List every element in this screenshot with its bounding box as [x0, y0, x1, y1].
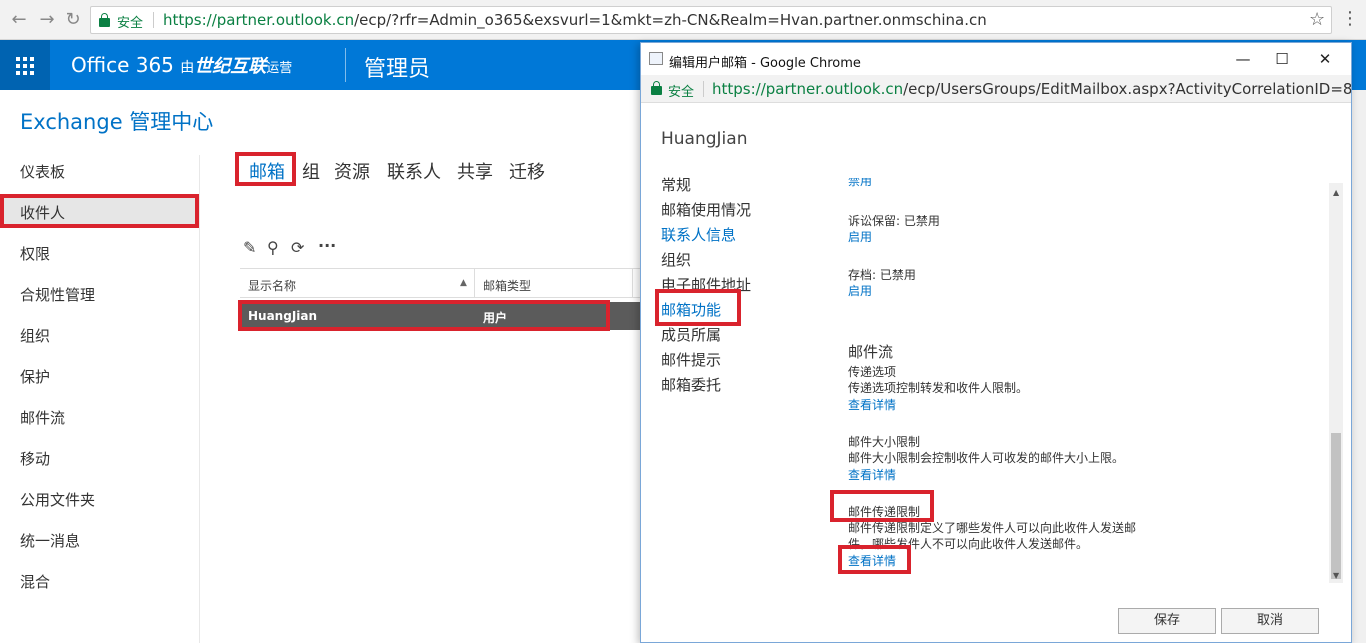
nav-divider — [199, 155, 200, 643]
url-path: /ecp/?rfr=Admin_o365&exsvurl=1&mkt=zh-CN… — [354, 11, 987, 29]
brand-prefix: Office 365 — [71, 53, 174, 77]
scroll-up-icon[interactable]: ▲ — [1333, 188, 1339, 197]
highlight-recipients — [0, 194, 199, 228]
nav-item-protection[interactable]: 保护 — [20, 366, 50, 387]
highlight-view-details — [838, 545, 911, 574]
nav-item-mobile[interactable]: 移动 — [20, 448, 50, 469]
nav-item-public-folders[interactable]: 公用文件夹 — [20, 489, 95, 510]
brand-title[interactable]: Office 365 由世纪互联运营 — [71, 52, 292, 78]
nav-item-hybrid[interactable]: 混合 — [20, 571, 50, 592]
forward-icon[interactable]: → — [36, 9, 58, 31]
minimize-icon[interactable]: — — [1223, 47, 1263, 71]
brand-company: 世纪互联 — [194, 56, 267, 77]
popup-nav-organization[interactable]: 组织 — [661, 249, 691, 270]
highlight-mailbox-features — [655, 289, 741, 326]
refresh-icon[interactable]: ⟳ — [291, 238, 304, 257]
highlight-mailbox-tab — [235, 152, 296, 186]
browser-toolbar: ← → ↻ 安全 https://partner.outlook.cn/ecp/… — [0, 0, 1366, 40]
tab-contacts[interactable]: 联系人 — [387, 158, 441, 184]
popup-nav-mailtip[interactable]: 邮件提示 — [661, 349, 721, 370]
nav-item-permissions[interactable]: 权限 — [20, 243, 50, 264]
mailbox-user-name: HuangJian — [661, 129, 748, 149]
column-divider — [474, 269, 475, 297]
popup-titlebar[interactable]: 编辑用户邮箱 - Google Chrome — ☐ ✕ — [641, 43, 1351, 75]
close-icon[interactable]: ✕ — [1305, 47, 1345, 71]
size-limit-link[interactable]: 查看详情 — [848, 466, 896, 483]
reload-icon[interactable]: ↻ — [62, 9, 84, 31]
top-cut-link[interactable]: 禁用 — [848, 178, 872, 187]
edit-icon[interactable]: ✎ — [243, 238, 256, 257]
address-separator — [703, 81, 704, 97]
highlight-user-row — [238, 300, 610, 331]
lock-icon — [99, 13, 110, 27]
tab-shared[interactable]: 共享 — [457, 158, 493, 184]
mailflow-heading: 邮件流 — [848, 343, 894, 361]
page-title: Exchange 管理中心 — [20, 110, 214, 134]
archive-status: 存档: 已禁用 — [848, 268, 916, 282]
highlight-delivery-restrictions — [830, 490, 934, 522]
litigation-hold-status: 诉讼保留: 已禁用 — [848, 214, 940, 228]
search-icon[interactable]: ⚲ — [267, 238, 279, 257]
nav-item-mailflow[interactable]: 邮件流 — [20, 407, 65, 428]
secure-label: 安全 — [668, 85, 695, 100]
app-launcher-icon[interactable] — [0, 40, 50, 90]
popup-nav-mailbox-usage[interactable]: 邮箱使用情况 — [661, 199, 751, 220]
page-icon — [649, 52, 663, 65]
page-scrollbar[interactable] — [1352, 90, 1366, 643]
scroll-down-icon[interactable]: ▼ — [1333, 571, 1339, 580]
size-limit-title: 邮件大小限制 — [848, 435, 921, 449]
popup-scroll-thumb[interactable] — [1331, 433, 1341, 579]
address-separator — [153, 12, 154, 28]
scrolled-content-clip: 禁用 — [848, 178, 1328, 187]
tab-migration[interactable]: 迁移 — [509, 158, 545, 184]
popup-nav-general[interactable]: 常规 — [661, 174, 691, 195]
delivery-options-title: 传递选项 — [848, 365, 897, 379]
brand-suffix: 运营 — [266, 61, 293, 76]
litigation-hold-enable-link[interactable]: 启用 — [848, 228, 872, 245]
maximize-icon[interactable]: ☐ — [1262, 47, 1302, 71]
browser-menu-icon[interactable]: ⋮ — [1341, 8, 1359, 29]
popup-nav-delegation[interactable]: 邮箱委托 — [661, 374, 721, 395]
delivery-options-link[interactable]: 查看详情 — [848, 396, 896, 413]
column-mailbox-type[interactable]: 邮箱类型 — [483, 277, 531, 294]
sort-asc-icon[interactable]: ▲ — [460, 278, 467, 288]
url-host: https://partner.outlook.cn — [163, 11, 355, 29]
grid-header: 显示名称 ▲ 邮箱类型 — [240, 268, 640, 298]
size-limit-desc: 邮件大小限制会控制收件人可收发的邮件大小上限。 — [848, 451, 1125, 465]
secure-label: 安全 — [117, 16, 144, 31]
tab-resources[interactable]: 资源 — [334, 158, 370, 184]
back-icon[interactable]: ← — [8, 9, 30, 31]
tab-groups[interactable]: 组 — [302, 158, 320, 184]
role-title: 管理员 — [364, 57, 431, 82]
popup-nav-contact-info[interactable]: 联系人信息 — [661, 224, 736, 245]
save-button[interactable]: 保存 — [1118, 608, 1216, 634]
column-display-name[interactable]: 显示名称 — [248, 277, 296, 294]
popup-url-path: /ecp/UsersGroups/EditMailbox.aspx?Activi… — [903, 80, 1351, 98]
popup-address-bar[interactable]: 安全 https://partner.outlook.cn/ecp/UsersG… — [641, 75, 1351, 103]
cancel-button[interactable]: 取消 — [1221, 608, 1319, 634]
nav-item-organization[interactable]: 组织 — [20, 325, 50, 346]
archive-enable-link[interactable]: 启用 — [848, 282, 872, 299]
nav-item-compliance[interactable]: 合规性管理 — [20, 284, 95, 305]
address-bar[interactable]: 安全 https://partner.outlook.cn/ecp/?rfr=A… — [90, 6, 1332, 34]
header-divider — [345, 48, 346, 82]
column-divider — [632, 269, 633, 297]
popup-title: 编辑用户邮箱 - Google Chrome — [669, 56, 861, 71]
nav-item-unified-messaging[interactable]: 统一消息 — [20, 530, 80, 551]
popup-url-host: https://partner.outlook.cn — [712, 80, 904, 98]
bookmark-star-icon[interactable]: ☆ — [1309, 9, 1325, 30]
popup-url[interactable]: https://partner.outlook.cn/ecp/UsersGrou… — [712, 80, 1351, 98]
edit-mailbox-window: 编辑用户邮箱 - Google Chrome — ☐ ✕ 安全 https://… — [640, 42, 1352, 643]
brand-by: 由 — [180, 60, 195, 76]
more-icon[interactable]: ... — [318, 232, 336, 251]
lock-icon — [651, 81, 662, 95]
nav-item-dashboard[interactable]: 仪表板 — [20, 161, 65, 182]
delivery-options-desc: 传递选项控制转发和收件人限制。 — [848, 381, 1029, 395]
popup-nav-member-of[interactable]: 成员所属 — [661, 324, 721, 345]
url-text[interactable]: https://partner.outlook.cn/ecp/?rfr=Admi… — [163, 11, 987, 29]
